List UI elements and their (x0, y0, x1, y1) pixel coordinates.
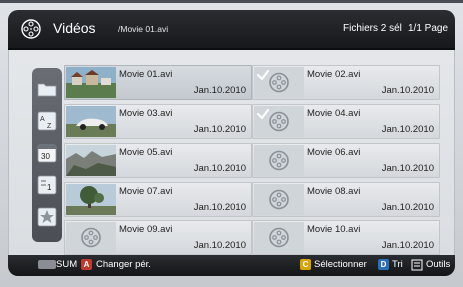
file-name: Movie 09.avi (119, 224, 173, 235)
file-date: Jan.10.2010 (381, 240, 434, 251)
sort-button[interactable]: Tri (392, 259, 403, 270)
video-thumbnail (66, 145, 116, 176)
footer-bar: SUM A Changer pér. C Sélectionner D Tri … (8, 255, 455, 276)
tools-button[interactable]: Outils (426, 259, 450, 270)
svg-text:30: 30 (41, 152, 50, 161)
select-button[interactable]: Sélectionner (314, 259, 367, 270)
page-indicator: 1/1 Page (408, 23, 449, 34)
file-date: Jan.10.2010 (193, 163, 246, 174)
checkmark-icon (256, 108, 270, 120)
sum-key-icon (38, 260, 56, 269)
file-item[interactable]: Movie 02.avi Jan.10.2010 (252, 65, 440, 100)
file-date: Jan.10.2010 (381, 124, 434, 135)
sort-sidebar: A Z 30 1 (32, 68, 62, 242)
tools-icon (411, 259, 423, 271)
title-sort-button[interactable]: A Z (35, 108, 59, 134)
svg-text:A: A (40, 116, 45, 123)
file-name: Movie 01.avi (119, 69, 173, 80)
videos-panel: Vidéos /Movie 01.avi Fichiers 2 sél 1/1 … (8, 10, 455, 276)
favorites-button[interactable] (35, 204, 59, 230)
film-reel-icon (21, 19, 41, 39)
file-item[interactable]: Movie 03.avi Jan.10.2010 (64, 104, 252, 139)
page-title: Vidéos (53, 20, 96, 36)
file-item[interactable]: Movie 01.avi Jan.10.2010 (64, 65, 252, 100)
list-1-icon: 1 (37, 175, 57, 195)
file-date: Jan.10.2010 (381, 85, 434, 96)
video-placeholder-icon (254, 145, 304, 176)
video-placeholder-icon (254, 222, 304, 253)
svg-text:Z: Z (47, 123, 52, 130)
file-name: Movie 06.avi (307, 147, 361, 158)
header-bar: Vidéos /Movie 01.avi Fichiers 2 sél 1/1 … (8, 10, 455, 50)
file-name: Movie 03.avi (119, 108, 173, 119)
file-item[interactable]: Movie 06.avi Jan.10.2010 (252, 143, 440, 178)
d-key-badge: D (378, 259, 389, 270)
file-item[interactable]: Movie 10.avi Jan.10.2010 (252, 220, 440, 255)
checkmark-icon (256, 69, 270, 81)
sum-label[interactable]: SUM (56, 259, 77, 270)
file-item[interactable]: Movie 05.avi Jan.10.2010 (64, 143, 252, 178)
file-date: Jan.10.2010 (193, 202, 246, 213)
file-item[interactable]: Movie 04.avi Jan.10.2010 (252, 104, 440, 139)
svg-text:1: 1 (47, 183, 52, 192)
file-date: Jan.10.2010 (381, 202, 434, 213)
video-placeholder-icon (254, 184, 304, 215)
file-item[interactable]: Movie 09.avi Jan.10.2010 (64, 220, 252, 255)
list-view-button[interactable]: 1 (35, 172, 59, 198)
file-name: Movie 07.avi (119, 186, 173, 197)
video-thumbnail (66, 67, 116, 98)
a-key-badge: A (81, 259, 92, 270)
file-name: Movie 10.avi (307, 224, 361, 235)
file-item[interactable]: Movie 08.avi Jan.10.2010 (252, 182, 440, 217)
file-date: Jan.10.2010 (381, 163, 434, 174)
folder-view-button[interactable] (35, 76, 59, 102)
change-period-button[interactable]: Changer pér. (96, 259, 151, 270)
date-sort-button[interactable]: 30 (35, 140, 59, 166)
file-date: Jan.10.2010 (193, 85, 246, 96)
file-name: Movie 05.avi (119, 147, 173, 158)
c-key-badge: C (300, 259, 311, 270)
file-date: Jan.10.2010 (193, 240, 246, 251)
file-name: Movie 08.avi (307, 186, 361, 197)
file-item[interactable]: Movie 07.avi Jan.10.2010 (64, 182, 252, 217)
star-icon (37, 207, 57, 227)
az-sort-icon: A Z (37, 111, 57, 131)
video-placeholder-icon (66, 222, 116, 253)
folder-icon (37, 83, 57, 97)
file-name: Movie 02.avi (307, 69, 361, 80)
video-thumbnail (66, 106, 116, 137)
current-path: /Movie 01.avi (118, 24, 169, 34)
calendar-30-icon: 30 (37, 144, 57, 163)
selection-count: Fichiers 2 sél (343, 23, 402, 34)
video-thumbnail (66, 184, 116, 215)
screen-frame: Vidéos /Movie 01.avi Fichiers 2 sél 1/1 … (0, 0, 463, 287)
file-date: Jan.10.2010 (193, 124, 246, 135)
file-name: Movie 04.avi (307, 108, 361, 119)
